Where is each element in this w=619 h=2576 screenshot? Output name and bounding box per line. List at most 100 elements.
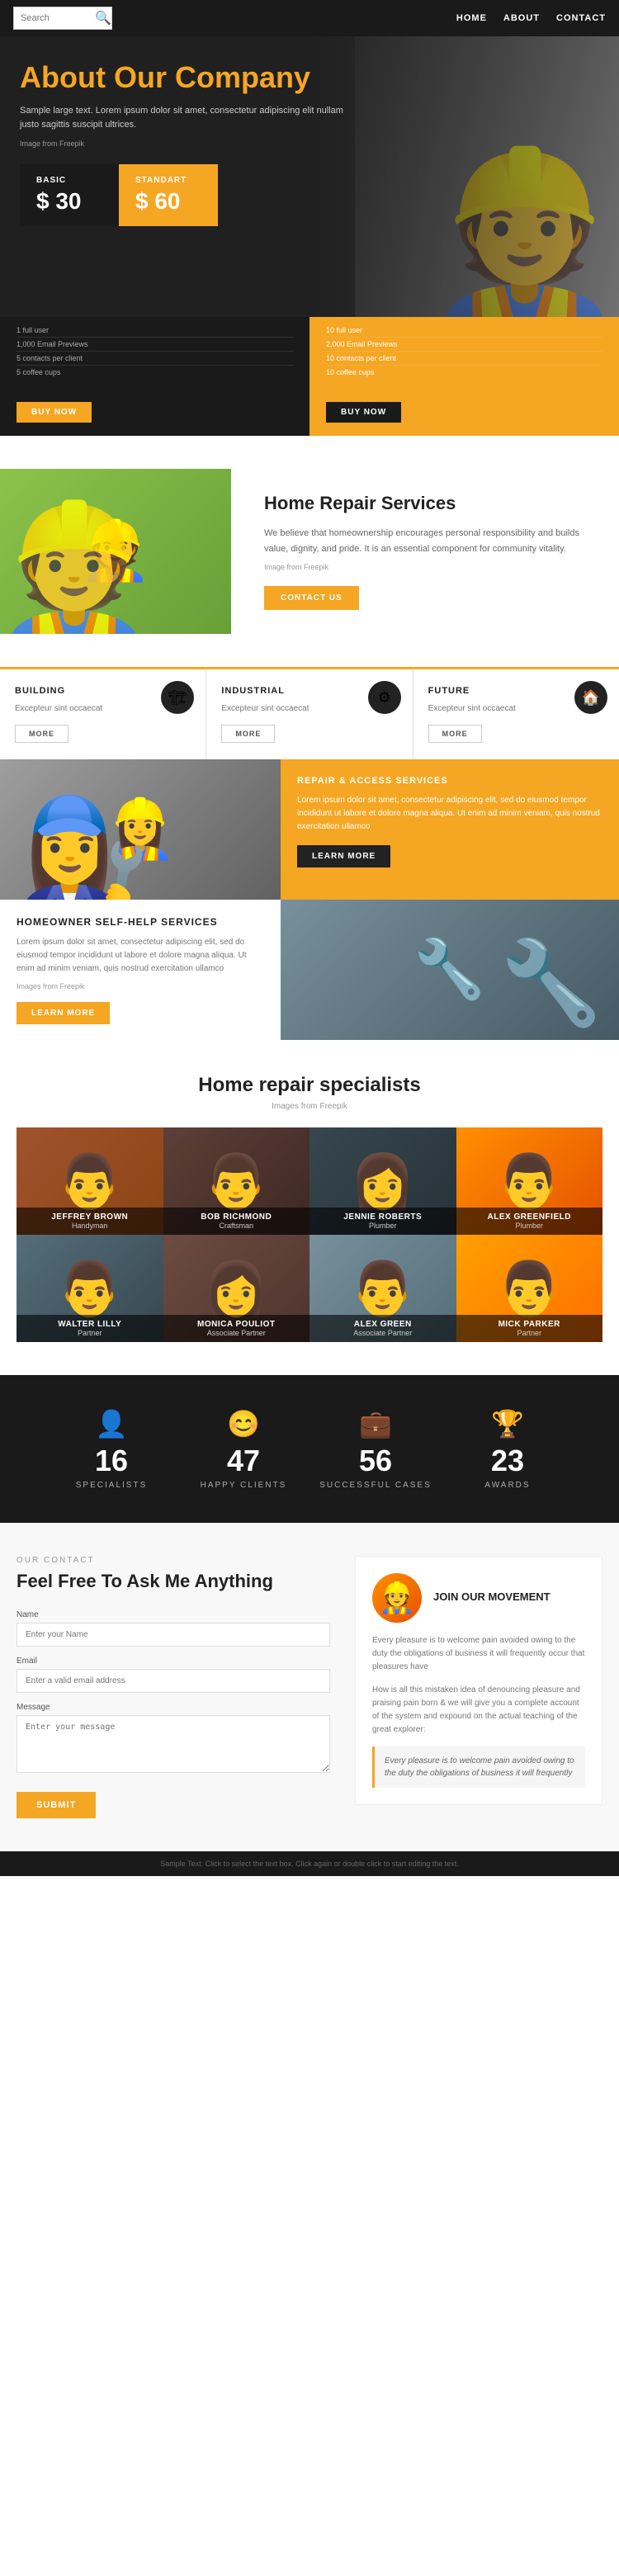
hero-title: About Our Company	[20, 61, 360, 94]
hero-description: Sample large text. Lorem ipsum dolor sit…	[20, 104, 360, 133]
repair-image-source: Image from Freepik	[264, 563, 586, 571]
basic-buy-col: BUY NOW	[0, 385, 310, 436]
hero-section: About Our Company Sample large text. Lor…	[0, 36, 619, 317]
name-input[interactable]	[17, 1623, 330, 1647]
movement-title-text: JOIN OUR MOVEMENT	[433, 1591, 550, 1606]
email-label: Email	[17, 1657, 330, 1666]
specialist-overlay: ALEX GREEN Associate Partner	[310, 1315, 456, 1342]
submit-button[interactable]: SUBMIT	[17, 1792, 96, 1818]
specialist-role: Partner	[23, 1329, 157, 1337]
basic-buy-button[interactable]: BUY NOW	[17, 402, 92, 423]
standard-feature-4: 10 coffee cups	[326, 366, 602, 379]
access-yellow-box: REPAIR & ACCESS SERVICES Lorem ipsum dol…	[281, 759, 619, 900]
specialist-card: 👩 JENNIE ROBERTS Plumber	[310, 1127, 456, 1235]
message-form-group: Message	[17, 1703, 330, 1777]
homeowner-learn-button[interactable]: LEARN MORE	[17, 1002, 110, 1024]
specialist-card: 👩 MONICA POULIOT Associate Partner	[163, 1235, 310, 1342]
specialist-role: Associate Partner	[170, 1329, 304, 1337]
movement-text-1: Every pleasure is to welcome pain avoide…	[372, 1634, 585, 1674]
footer-text: Sample Text. Click to select the text bo…	[17, 1860, 602, 1868]
standard-label: STANDART	[135, 176, 201, 185]
nav-home[interactable]: HOME	[456, 13, 487, 23]
building-more-button[interactable]: MORE	[15, 725, 69, 743]
standard-feature-3: 10 contacts per client	[326, 352, 602, 366]
homeowner-title: HOMEOWNER SELF-HELP SERVICES	[17, 916, 264, 928]
hero-content: About Our Company Sample large text. Lor…	[0, 36, 380, 251]
pricing-cards: BASIC $ 30 STANDART $ 60	[20, 164, 360, 226]
basic-feature-1: 1 full user	[17, 324, 293, 338]
standard-feature-1: 10 full user	[326, 324, 602, 338]
contact-left: OUR CONTACT Feel Free To Ask Me Anything…	[17, 1556, 330, 1818]
search-box[interactable]: 🔍	[13, 7, 112, 30]
specialist-role: Partner	[463, 1329, 597, 1337]
stat-icon: 💼	[310, 1408, 442, 1439]
stat-number: 23	[442, 1446, 574, 1476]
specialist-overlay: MONICA POULIOT Associate Partner	[163, 1315, 310, 1342]
name-form-group: Name	[17, 1610, 330, 1647]
stat-icon: 😊	[177, 1408, 310, 1439]
stat-label: AWARDS	[442, 1481, 574, 1490]
specialist-card: 👨 ALEX GREEN Associate Partner	[310, 1235, 456, 1342]
nav-about[interactable]: ABOUT	[503, 13, 540, 23]
stat-number: 56	[310, 1446, 442, 1476]
standard-buy-col: BUY NOW	[310, 385, 619, 436]
specialist-overlay: WALTER LILLY Partner	[17, 1315, 163, 1342]
nav-contact[interactable]: CONTACT	[556, 13, 606, 23]
standard-price-card: STANDART $ 60	[119, 164, 218, 226]
contact-right: 👷 JOIN OUR MOVEMENT Every pleasure is to…	[355, 1556, 602, 1818]
movement-box: 👷 JOIN OUR MOVEMENT Every pleasure is to…	[355, 1556, 602, 1805]
services-cards: 🏗 BUILDING Excepteur sint occaecat MORE …	[0, 667, 619, 759]
movement-title: JOIN OUR MOVEMENT	[433, 1591, 550, 1603]
specialist-overlay: JENNIE ROBERTS Plumber	[310, 1208, 456, 1235]
service-card-building: 🏗 BUILDING Excepteur sint occaecat MORE	[0, 669, 206, 759]
stat-item: 💼 56 SUCCESSFUL CASES	[310, 1408, 442, 1490]
repair-image: 👷	[0, 469, 231, 634]
repair-section: 👷 Home Repair Services We believe that h…	[0, 436, 619, 667]
email-input[interactable]	[17, 1669, 330, 1693]
specialist-role: Handyman	[23, 1222, 157, 1230]
search-input[interactable]	[21, 13, 95, 23]
specialist-overlay: JEFFREY BROWN Handyman	[17, 1208, 163, 1235]
standard-buy-button[interactable]: BUY NOW	[326, 402, 401, 423]
access-yellow-title: REPAIR & ACCESS SERVICES	[297, 776, 602, 786]
contact-title: Feel Free To Ask Me Anything	[17, 1570, 330, 1594]
basic-feature-4: 5 coffee cups	[17, 366, 293, 379]
service-card-industrial: ⚙ INDUSTRIAL Excepteur sint occaecat MOR…	[206, 669, 413, 759]
specialist-name: MONICA POULIOT	[170, 1320, 304, 1329]
stat-icon: 🏆	[442, 1408, 574, 1439]
specialist-overlay: BOB RICHMOND Craftsman	[163, 1208, 310, 1235]
stat-label: SPECIALISTS	[45, 1481, 177, 1490]
stat-item: 😊 47 HAPPY CLIENTS	[177, 1408, 310, 1490]
message-input[interactable]	[17, 1715, 330, 1773]
specialist-card: 👨 JEFFREY BROWN Handyman	[17, 1127, 163, 1235]
standard-features: 10 full user 2,000 Email Previews 10 con…	[310, 317, 619, 385]
specialist-overlay: MICK PARKER Partner	[456, 1315, 603, 1342]
nav: HOME ABOUT CONTACT	[456, 13, 606, 23]
specialist-role: Associate Partner	[316, 1329, 450, 1337]
specialist-name: ALEX GREEN	[316, 1320, 450, 1329]
name-label: Name	[17, 1610, 330, 1619]
specialist-name: ALEX GREENFIELD	[463, 1212, 597, 1222]
access-bottom-image: 🔧	[281, 900, 619, 1040]
repair-worker-silhouette: 👷	[0, 469, 231, 634]
search-icon: 🔍	[95, 10, 111, 26]
access-worker-silhouette: 🔧	[281, 900, 619, 1040]
future-more-button[interactable]: MORE	[428, 725, 482, 743]
specialist-card: 👨 BOB RICHMOND Craftsman	[163, 1127, 310, 1235]
stat-number: 47	[177, 1446, 310, 1476]
access-left: 👷‍♀️ HOMEOWNER SELF-HELP SERVICES Lorem …	[0, 759, 281, 1041]
stat-icon: 👤	[45, 1408, 177, 1439]
stat-item: 🏆 23 AWARDS	[442, 1408, 574, 1490]
specialist-name: MICK PARKER	[463, 1320, 597, 1329]
access-learn-more-button[interactable]: LEARN MORE	[297, 845, 390, 867]
message-label: Message	[17, 1703, 330, 1712]
contact-us-button[interactable]: CONTACT US	[264, 586, 359, 610]
specialist-role: Craftsman	[170, 1222, 304, 1230]
header: 🔍 HOME ABOUT CONTACT	[0, 0, 619, 36]
homeowner-image-source: Images from Freepik	[17, 982, 264, 990]
movement-header: 👷 JOIN OUR MOVEMENT	[372, 1573, 585, 1623]
stat-label: SUCCESSFUL CASES	[310, 1481, 442, 1490]
industrial-more-button[interactable]: MORE	[221, 725, 275, 743]
access-right: REPAIR & ACCESS SERVICES Lorem ipsum dol…	[281, 759, 619, 1041]
specialists-image-source: Images from Freepik	[17, 1102, 602, 1111]
